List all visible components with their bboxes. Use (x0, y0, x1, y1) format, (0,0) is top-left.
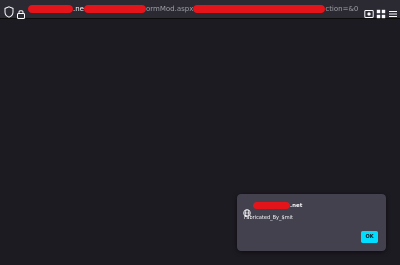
menu-icon[interactable] (388, 4, 398, 17)
browser-toolbar: .ne ormMod.aspx ction=&0=& (0, 0, 400, 19)
extensions-icon[interactable] (376, 4, 386, 19)
url-query-fragment: ction=&0=& (325, 5, 358, 13)
redacted-text (28, 5, 73, 13)
shield-icon[interactable] (4, 3, 14, 18)
url-host-fragment: .ne (73, 5, 84, 13)
url-path-fragment: ormMod.aspx (145, 5, 194, 13)
globe-icon (243, 202, 251, 217)
alert-dialog: .net Fabricated_By_$mit OK (237, 194, 386, 251)
redacted-text (253, 202, 290, 209)
ok-button[interactable]: OK (361, 231, 378, 243)
redacted-text (193, 5, 326, 13)
dialog-message: Fabricated_By_$mit (244, 215, 293, 221)
lock-icon[interactable] (17, 4, 25, 19)
address-bar[interactable]: .ne ormMod.aspx ction=&0=& (28, 2, 358, 16)
redacted-text (83, 5, 146, 13)
dialog-origin: .net (253, 200, 302, 212)
screenshot-icon[interactable] (364, 4, 374, 18)
dialog-origin-suffix: .net (290, 203, 303, 209)
